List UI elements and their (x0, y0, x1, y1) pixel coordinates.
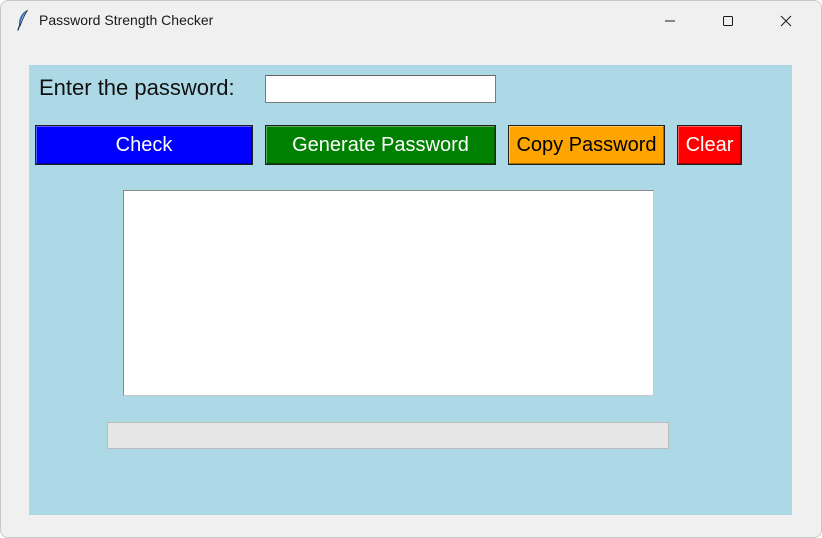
main-panel: Enter the password: Check Generate Passw… (29, 65, 792, 515)
close-button[interactable] (757, 1, 815, 41)
strength-progress-bar (107, 422, 669, 449)
result-text-area[interactable] (123, 190, 654, 396)
app-window: Password Strength Checker Enter the pass… (0, 0, 822, 538)
generate-password-button[interactable]: Generate Password (265, 125, 496, 165)
check-button[interactable]: Check (35, 125, 253, 165)
maximize-button[interactable] (699, 1, 757, 41)
password-prompt-label: Enter the password: (39, 75, 235, 100)
copy-password-button[interactable]: Copy Password (508, 125, 665, 165)
minimize-button[interactable] (641, 1, 699, 41)
maximize-icon (722, 12, 734, 31)
clear-button[interactable]: Clear (677, 125, 742, 165)
password-input[interactable] (265, 75, 496, 103)
minimize-icon (664, 12, 676, 31)
feather-icon (15, 9, 31, 31)
window-title: Password Strength Checker (39, 12, 214, 28)
title-bar[interactable]: Password Strength Checker (1, 1, 821, 41)
close-icon (780, 12, 792, 31)
